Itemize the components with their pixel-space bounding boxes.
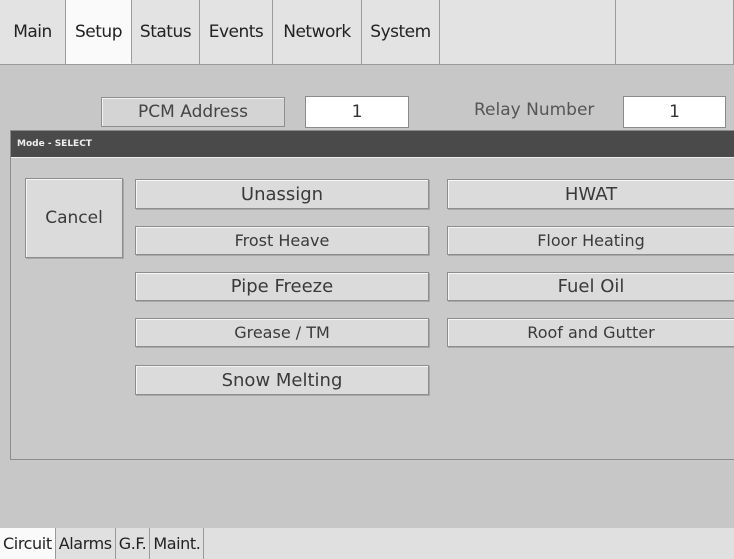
dialog-title: Mode - SELECT: [11, 131, 734, 157]
mode-fuel-oil-button[interactable]: Fuel Oil: [447, 272, 734, 301]
mode-grease-tm-button[interactable]: Grease / TM: [135, 318, 429, 347]
mode-floor-heating-button[interactable]: Floor Heating: [447, 226, 734, 255]
tab-events[interactable]: Events: [200, 0, 273, 64]
bottom-tab-bar: Circuit Alarms G.F. Maint.: [0, 528, 734, 559]
mode-snow-melting-button[interactable]: Snow Melting: [135, 365, 429, 395]
pcm-address-field[interactable]: 1: [305, 96, 409, 128]
tab-network[interactable]: Network: [273, 0, 362, 64]
pcm-address-label: PCM Address: [101, 97, 285, 127]
mode-unassign-button[interactable]: Unassign: [135, 179, 429, 209]
mode-roof-and-gutter-button[interactable]: Roof and Gutter: [447, 318, 734, 347]
relay-number-label: Relay Number: [474, 100, 595, 120]
top-tab-bar: Main Setup Status Events Network System: [0, 0, 734, 65]
mode-select-dialog: Mode - SELECT Cancel Unassign Frost Heav…: [10, 130, 734, 460]
tab-system[interactable]: System: [362, 0, 440, 64]
tab-empty-slot-2: [616, 0, 734, 64]
tab-status[interactable]: Status: [132, 0, 200, 64]
relay-number-field[interactable]: 1: [623, 96, 726, 128]
tab-circuit[interactable]: Circuit: [0, 528, 56, 559]
tab-empty-slot-1: [440, 0, 616, 64]
mode-frost-heave-button[interactable]: Frost Heave: [135, 226, 429, 255]
mode-hwat-button[interactable]: HWAT: [447, 179, 734, 209]
tab-setup[interactable]: Setup: [66, 0, 132, 64]
tab-gf[interactable]: G.F.: [116, 528, 151, 559]
tab-main[interactable]: Main: [0, 0, 66, 64]
cancel-button[interactable]: Cancel: [25, 178, 123, 258]
mode-pipe-freeze-button[interactable]: Pipe Freeze: [135, 272, 429, 301]
tab-alarms[interactable]: Alarms: [56, 528, 116, 559]
dialog-body: Cancel Unassign Frost Heave Pipe Freeze …: [11, 157, 734, 459]
tab-maint[interactable]: Maint.: [150, 528, 205, 559]
